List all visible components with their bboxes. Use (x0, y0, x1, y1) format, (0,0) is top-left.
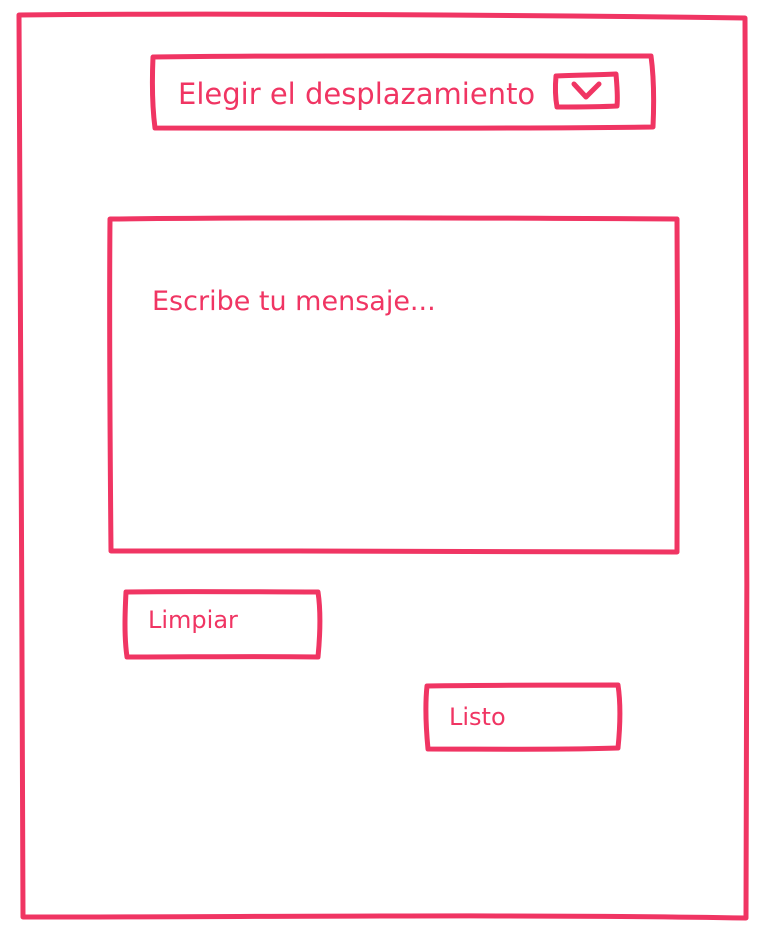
dropdown-label: Elegir el desplazamiento (178, 77, 536, 111)
dropdown-toggle-button[interactable] (555, 74, 618, 108)
done-button-label: Listo (449, 703, 506, 731)
clear-button-label: Limpiar (148, 606, 238, 634)
message-placeholder: Escribe tu mensaje... (152, 286, 436, 317)
message-textarea-hit[interactable] (110, 218, 677, 551)
